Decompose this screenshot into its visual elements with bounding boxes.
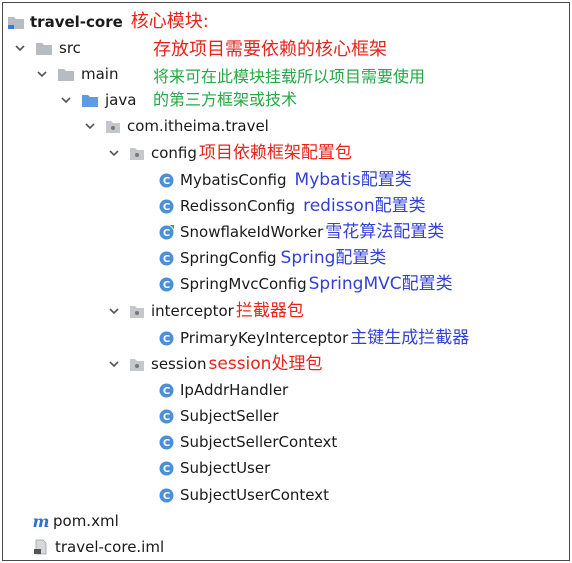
module-folder-icon (7, 14, 25, 30)
class-annotation: 雪花算法配置类 (325, 222, 445, 242)
tree-node-label: src (59, 39, 81, 57)
tree-node-class[interactable]: C MybatisConfig Mybatis配置类 (159, 167, 412, 193)
class-annotation: redisson配置类 (303, 196, 426, 216)
svg-text:C: C (163, 280, 170, 291)
svg-text:C: C (163, 202, 170, 213)
tree-node-class[interactable]: C RedissonConfig redisson配置类 (159, 193, 426, 219)
java-class-icon: C (159, 435, 174, 450)
source-folder-icon (81, 93, 99, 107)
java-class-icon: C (159, 383, 174, 398)
chevron-down-icon[interactable] (13, 41, 27, 55)
chevron-down-icon[interactable] (107, 357, 121, 371)
tree-node-label: main (81, 65, 119, 83)
tree-node-label: SubjectSeller (180, 407, 279, 425)
package-icon (129, 146, 145, 160)
tree-node-class[interactable]: C SubjectUser (159, 455, 270, 481)
svg-text:C: C (163, 176, 170, 187)
tree-node-main[interactable]: main (35, 61, 118, 87)
tree-node-label: IpAddrHandler (180, 381, 289, 399)
chevron-down-icon[interactable] (35, 67, 49, 81)
java-class-icon: C (159, 488, 174, 503)
java-class-icon: C (159, 251, 174, 266)
main-note-line1: 将来可在此模块挂载所以项目需要使用 (153, 67, 426, 86)
svg-text:C: C (163, 412, 170, 423)
config-annotation: 项目依赖框架配置包 (198, 143, 352, 163)
java-class-icon: C (159, 224, 174, 240)
java-class-icon: C (159, 461, 174, 476)
tree-node-class[interactable]: C IpAddrHandler (159, 377, 288, 403)
java-class-icon: C (159, 409, 174, 424)
tree-node-class[interactable]: C SubjectSellerContext (159, 429, 337, 455)
tree-node-label: travel-core.iml (55, 538, 165, 556)
class-annotation: 主键生成拦截器 (350, 328, 470, 348)
class-annotation: Mybatis配置类 (294, 170, 412, 190)
java-class-icon: C (159, 173, 174, 188)
java-class-icon: C (159, 277, 174, 292)
tree-node-class[interactable]: C SubjectUserContext (159, 482, 329, 508)
project-tree-panel: travel-core 核心模块: 存放项目需要依赖的核心框架 src main… (2, 2, 570, 561)
tree-node-java[interactable]: java (59, 87, 136, 113)
tree-node-label: PrimaryKeyInterceptor (180, 329, 349, 347)
tree-node-label: SubjectSellerContext (180, 433, 338, 451)
tree-node-label: SnowflakeIdWorker (180, 223, 324, 241)
tree-node-label: SubjectUserContext (180, 486, 330, 504)
tree-node-pom[interactable]: m pom.xml (31, 508, 119, 534)
java-class-icon: C (159, 199, 174, 214)
tree-node-label: MybatisConfig (180, 171, 287, 189)
tree-node-label: config (151, 144, 197, 162)
folder-icon (35, 41, 53, 55)
tree-node-label: interceptor (151, 302, 234, 320)
svg-text:C: C (163, 254, 170, 265)
chevron-down-icon[interactable] (83, 119, 97, 133)
svg-text:C: C (163, 228, 170, 239)
tree-node-config[interactable]: config 项目依赖框架配置包 (107, 140, 352, 166)
svg-text:C: C (163, 438, 170, 449)
chevron-down-icon[interactable] (107, 304, 121, 318)
root-note: 存放项目需要依赖的核心框架 (153, 39, 387, 60)
tree-node-package[interactable]: com.itheima.travel (83, 113, 269, 139)
package-icon (105, 119, 121, 133)
root-annotation: 核心模块: (130, 11, 209, 32)
tree-node-class[interactable]: C SubjectSeller (159, 403, 279, 429)
tree-node-label: session (151, 355, 207, 373)
tree-node-label: RedissonConfig (180, 197, 296, 215)
svg-text:C: C (163, 334, 170, 345)
svg-text:C: C (163, 491, 170, 502)
svg-text:C: C (163, 464, 170, 475)
chevron-down-icon[interactable] (107, 146, 121, 160)
tree-node-class[interactable]: C SpringConfig Spring配置类 (159, 245, 386, 271)
tree-node-label: SubjectUser (180, 459, 271, 477)
tree-node-class[interactable]: C SpringMvcConfig SpringMVC配置类 (159, 271, 453, 297)
svg-text:C: C (163, 386, 170, 397)
tree-node-session[interactable]: session session处理包 (107, 351, 322, 377)
maven-icon: m (32, 511, 50, 531)
class-annotation: SpringMVC配置类 (308, 274, 453, 294)
class-annotation: Spring配置类 (280, 248, 387, 268)
tree-node-class[interactable]: C SnowflakeIdWorker 雪花算法配置类 (159, 219, 444, 245)
interceptor-annotation: 拦截器包 (235, 301, 304, 321)
tree-node-label: SpringMvcConfig (180, 275, 307, 293)
main-note-line2: 的第三方框架或技术 (153, 90, 298, 109)
tree-node-src[interactable]: src (13, 35, 81, 61)
session-annotation: session处理包 (208, 354, 323, 374)
chevron-down-icon[interactable] (59, 93, 73, 107)
tree-node-class[interactable]: C PrimaryKeyInterceptor 主键生成拦截器 (159, 325, 469, 351)
iml-file-icon (33, 539, 49, 555)
tree-node-travel-core[interactable]: travel-core 核心模块: (7, 9, 209, 35)
package-icon (129, 357, 145, 371)
package-icon (129, 304, 145, 318)
tree-node-label: travel-core (30, 13, 123, 31)
tree-node-label: pom.xml (53, 512, 119, 530)
tree-node-label: com.itheima.travel (127, 117, 269, 135)
java-class-icon: C (159, 331, 174, 346)
tree-node-iml[interactable]: travel-core.iml (33, 534, 164, 560)
tree-node-label: java (105, 91, 137, 109)
folder-icon (57, 67, 75, 81)
tree-node-label: SpringConfig (180, 249, 277, 267)
tree-node-interceptor[interactable]: interceptor 拦截器包 (107, 298, 304, 324)
